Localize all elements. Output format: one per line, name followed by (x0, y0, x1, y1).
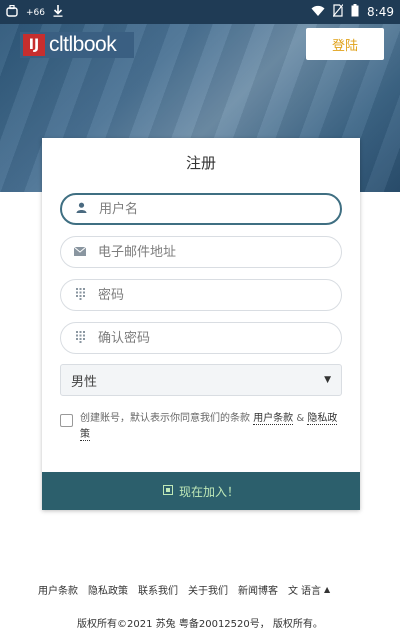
user-icon (74, 202, 88, 216)
username-field[interactable] (60, 193, 342, 225)
terms-link[interactable]: 用户条款 (253, 413, 294, 425)
logo-mark-icon: IJ (23, 34, 45, 56)
login-button[interactable]: 登陆 (306, 28, 384, 60)
language-label: 语言 (301, 586, 321, 597)
translate-icon: 文 (288, 586, 298, 597)
footer-link-privacy[interactable]: 隐私政策 (88, 582, 128, 597)
join-label: 现在加入！ (178, 484, 239, 499)
no-sim-icon (332, 4, 344, 20)
caret-down-icon: ▼ (324, 375, 331, 385)
terms-agreement: 创建账号，默认表示你同意我们的条款 用户条款 & 隐私政策 (60, 411, 342, 443)
caret-up-icon: ▲ (324, 585, 331, 594)
status-badge: +66 (26, 7, 45, 18)
keypad-icon (73, 330, 87, 346)
copyright-text: 版权所有©2021 苏兔 粤备20012520号， 版权所有。 (77, 619, 323, 630)
email-field[interactable] (60, 236, 342, 268)
gender-selected-value: 男性 (71, 374, 98, 390)
terms-checkbox[interactable] (60, 414, 73, 427)
clock: 8:49 (367, 5, 394, 19)
confirm-password-field[interactable] (60, 322, 342, 354)
footer-link-contact[interactable]: 联系我们 (138, 582, 178, 597)
password-field[interactable] (60, 279, 342, 311)
footer-link-terms[interactable]: 用户条款 (38, 582, 78, 597)
username-input[interactable] (97, 200, 321, 218)
join-icon (162, 484, 173, 498)
footer-link-blog[interactable]: 新闻博客 (238, 582, 278, 597)
confirm-password-input[interactable] (96, 329, 320, 347)
envelope-icon (73, 245, 87, 259)
email-input[interactable] (96, 243, 320, 261)
register-card: 注册 男性 ▼ 创建账号，默认表示你同意我们的条款 用户条款 & (42, 138, 360, 510)
keypad-icon (73, 287, 87, 303)
download-icon (53, 5, 63, 20)
language-selector[interactable]: 文 语言 ▲ (288, 582, 330, 597)
status-bar: +66 8:49 (0, 0, 400, 24)
terms-text: 创建账号，默认表示你同意我们的条款 (80, 413, 250, 424)
logo-text: cltlbook (49, 33, 117, 56)
site-logo[interactable]: IJ cltlbook (20, 32, 134, 58)
footer-link-about[interactable]: 关于我们 (188, 582, 228, 597)
app-icon (6, 4, 18, 20)
terms-and: & (296, 413, 305, 424)
register-title: 注册 (185, 154, 216, 172)
join-button[interactable]: 现在加入！ (42, 472, 360, 510)
password-input[interactable] (96, 286, 320, 304)
wifi-icon (311, 5, 325, 20)
gender-select[interactable]: 男性 ▼ (60, 364, 342, 396)
footer-links: 用户条款 隐私政策 联系我们 关于我们 新闻博客 文 语言 ▲ (38, 582, 330, 597)
battery-icon (351, 4, 359, 20)
